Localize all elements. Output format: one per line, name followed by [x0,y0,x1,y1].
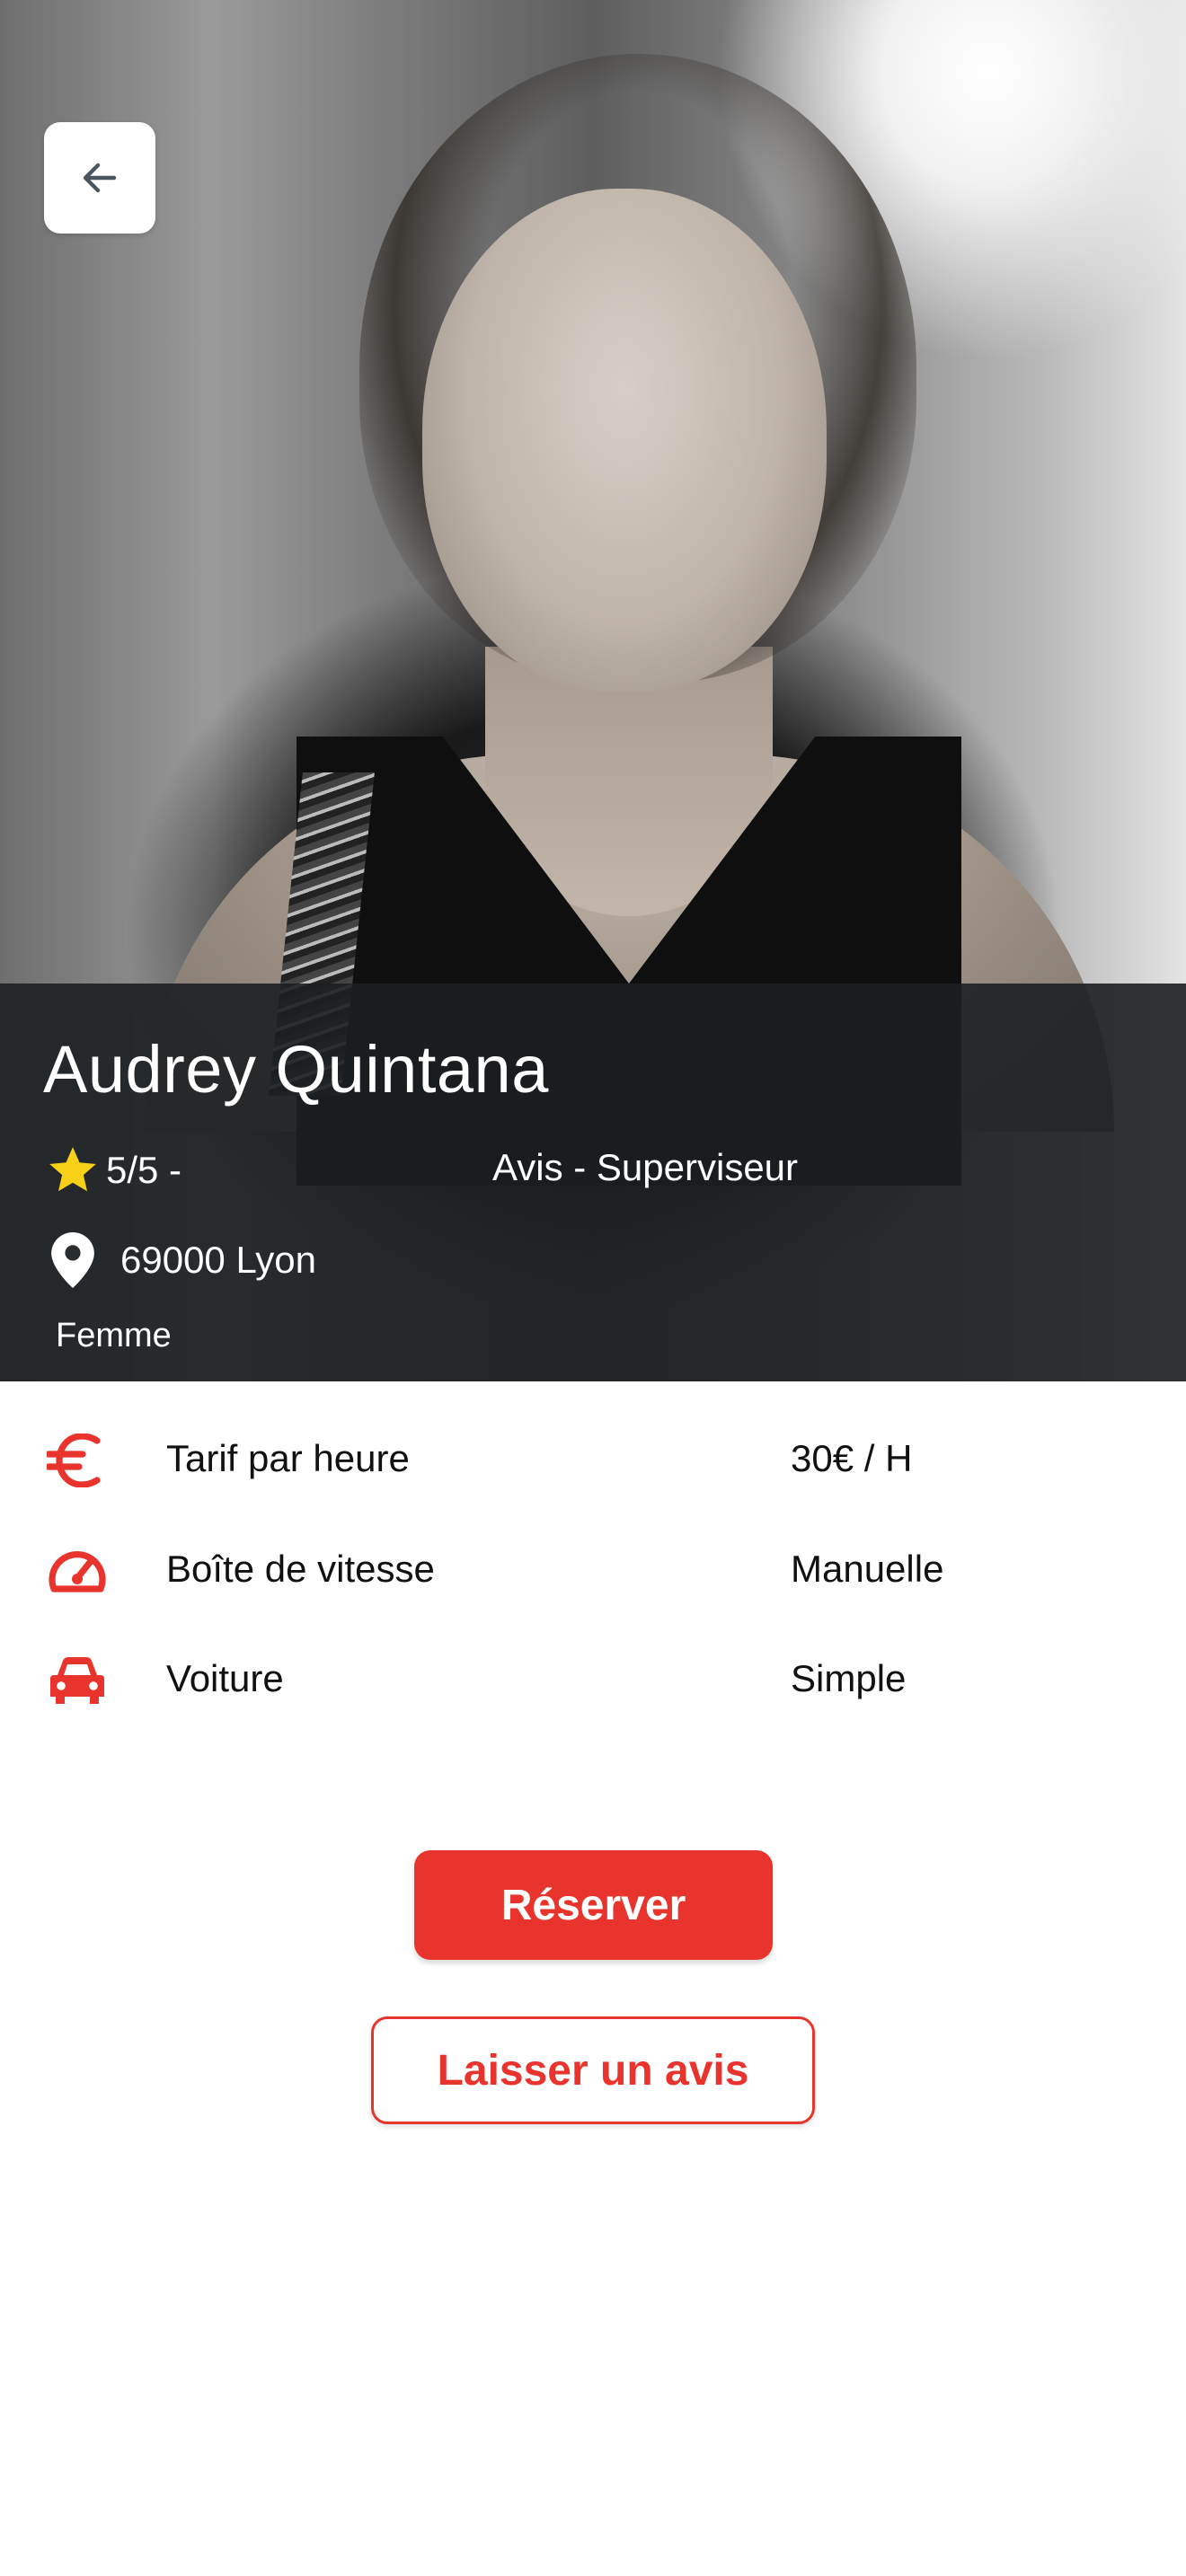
car-icon [50,1657,104,1704]
location-pin-icon [51,1232,94,1288]
back-button[interactable] [44,122,155,234]
detail-value: Simple [791,1657,907,1699]
rating-value: 5/5 - [106,1149,182,1191]
detail-label: Voiture [166,1657,284,1699]
review-role-link[interactable]: Avis - Superviseur [492,1146,798,1189]
reserve-button[interactable]: Réserver [414,1850,773,1960]
speedometer-icon [49,1551,106,1592]
detail-value: 30€ / H [791,1437,913,1479]
detail-row-car: Voiture Simple [0,1648,1186,1711]
detail-value: Manuelle [791,1548,944,1590]
rating: 5/5 - [45,1139,181,1202]
euro-icon [47,1434,101,1487]
star-icon [49,1147,96,1192]
gender-text: Femme [56,1317,172,1354]
detail-label: Boîte de vitesse [166,1548,435,1590]
profile-name: Audrey Quintana [43,1032,549,1107]
arrow-left-icon [83,163,117,193]
detail-label: Tarif par heure [166,1437,410,1479]
location: 69000 Lyon [50,1229,316,1292]
detail-row-rate: Tarif par heure 30€ / H [0,1428,1186,1491]
location-text: 69000 Lyon [120,1239,316,1281]
detail-row-gearbox: Boîte de vitesse Manuelle [0,1539,1186,1601]
leave-review-button[interactable]: Laisser un avis [371,2016,815,2124]
